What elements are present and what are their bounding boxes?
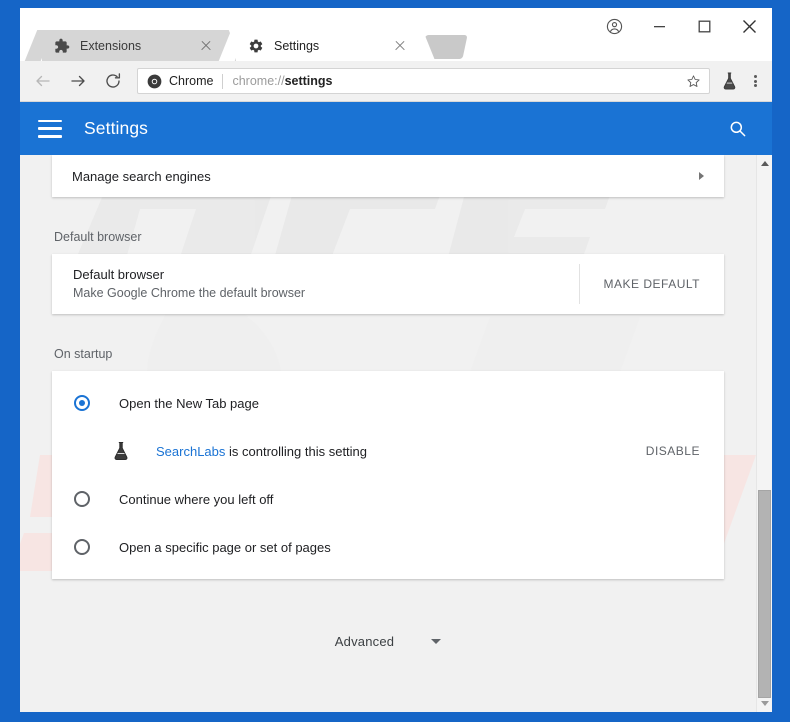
on-startup-card: Open the New Tab page SearchLabs is cont…: [52, 371, 724, 579]
omnibox-url-text: chrome://settings: [232, 74, 683, 88]
tab-close-icon[interactable]: [196, 36, 216, 56]
scroll-down-arrow[interactable]: [757, 695, 772, 712]
close-button[interactable]: [727, 8, 772, 44]
browser-window-frame: Extensions Settings Chrome chrome://sett…: [0, 0, 790, 722]
maximize-button[interactable]: [682, 8, 727, 44]
forward-arrow-icon: [71, 75, 85, 87]
startup-option-label: Open the New Tab page: [119, 395, 259, 411]
omnibox-url-prefix: chrome://: [232, 74, 285, 88]
flask-extension-icon[interactable]: [716, 68, 742, 94]
flask-icon: [114, 441, 128, 461]
startup-option-label: Continue where you left off: [119, 491, 274, 507]
gear-icon: [249, 39, 263, 52]
scrollbar-thumb[interactable]: [758, 490, 771, 698]
chevron-right-icon: [699, 172, 704, 180]
radio-button-selected[interactable]: [74, 395, 90, 411]
tab-strip: Extensions Settings: [20, 8, 772, 61]
three-dot-menu-icon[interactable]: [742, 68, 768, 94]
make-default-button[interactable]: MAKE DEFAULT: [580, 277, 724, 291]
page-title: Settings: [84, 118, 149, 138]
settings-content: Manage search engines Default browser De…: [20, 155, 756, 712]
menu-dot: [753, 84, 757, 88]
bookmark-star-icon[interactable]: [683, 71, 703, 91]
omnibox-security-label: Chrome: [169, 74, 214, 88]
radio-button-unselected[interactable]: [74, 539, 90, 555]
chrome-logo-icon: [147, 74, 162, 88]
profile-icon[interactable]: [592, 8, 637, 44]
back-button[interactable]: [28, 66, 58, 96]
address-bar[interactable]: Chrome chrome://settings: [137, 68, 710, 94]
hamburger-line: [38, 127, 62, 130]
forward-button[interactable]: [63, 66, 93, 96]
triangle-down-icon: [760, 701, 769, 706]
section-title-on-startup: On startup: [54, 347, 113, 361]
default-browser-title: Default browser: [73, 267, 165, 282]
card-bottom-padding: [52, 571, 724, 579]
tab-extensions[interactable]: Extensions: [24, 30, 242, 61]
settings-app-bar: Settings: [20, 102, 772, 155]
default-browser-text: Default browser Make Google Chrome the d…: [52, 266, 579, 302]
menu-dot: [753, 74, 757, 78]
section-title-default-browser: Default browser: [54, 230, 142, 244]
search-icon[interactable]: [724, 116, 750, 142]
hamburger-line: [38, 134, 62, 138]
startup-option-label: Open a specific page or set of pages: [119, 539, 331, 555]
controlled-by-extension-text: SearchLabs is controlling this setting: [156, 444, 622, 459]
advanced-expander[interactable]: Advanced: [20, 634, 756, 649]
default-browser-subtitle: Make Google Chrome the default browser: [73, 286, 306, 300]
window-controls: [592, 8, 772, 44]
reload-icon: [106, 73, 121, 88]
controlled-by-extension-row: SearchLabs is controlling this setting D…: [52, 427, 724, 475]
omnibox-divider: [222, 73, 224, 89]
hamburger-line: [38, 119, 62, 123]
searchlabs-link[interactable]: SearchLabs: [156, 444, 225, 459]
startup-option-new-tab[interactable]: Open the New Tab page: [52, 379, 724, 427]
tab-title: Settings: [274, 38, 320, 53]
omnibox-url-path: settings: [284, 74, 333, 88]
radio-button-unselected[interactable]: [74, 491, 90, 507]
tab-close-icon[interactable]: [390, 36, 410, 56]
controlled-rest-text: is controlling this setting: [225, 443, 368, 459]
tab-title: Extensions: [80, 38, 142, 53]
scroll-up-arrow[interactable]: [757, 155, 772, 172]
browser-window: Extensions Settings Chrome chrome://sett…: [20, 8, 772, 712]
browser-toolbar: Chrome chrome://settings: [20, 61, 772, 102]
tab-settings[interactable]: Settings: [218, 30, 436, 61]
default-browser-card: Default browser Make Google Chrome the d…: [52, 254, 724, 314]
menu-dot: [753, 79, 757, 83]
chevron-down-icon: [431, 639, 442, 644]
settings-sections: Manage search engines Default browser De…: [20, 155, 756, 649]
triangle-up-icon: [760, 161, 769, 166]
advanced-label: Advanced: [334, 634, 395, 649]
reload-button[interactable]: [98, 66, 128, 96]
disable-button[interactable]: DISABLE: [622, 444, 724, 458]
vertical-scrollbar[interactable]: [756, 155, 772, 712]
back-arrow-icon: [36, 75, 50, 87]
manage-search-engines-label: Manage search engines: [72, 168, 211, 184]
startup-option-continue[interactable]: Continue where you left off: [52, 475, 724, 523]
card-top-padding: [52, 371, 724, 379]
minimize-button[interactable]: [637, 8, 682, 44]
hamburger-menu-icon[interactable]: [38, 119, 62, 138]
startup-option-specific-page[interactable]: Open a specific page or set of pages: [52, 523, 724, 571]
puzzle-piece-icon: [55, 38, 70, 53]
manage-search-engines-row[interactable]: Manage search engines: [52, 155, 724, 197]
